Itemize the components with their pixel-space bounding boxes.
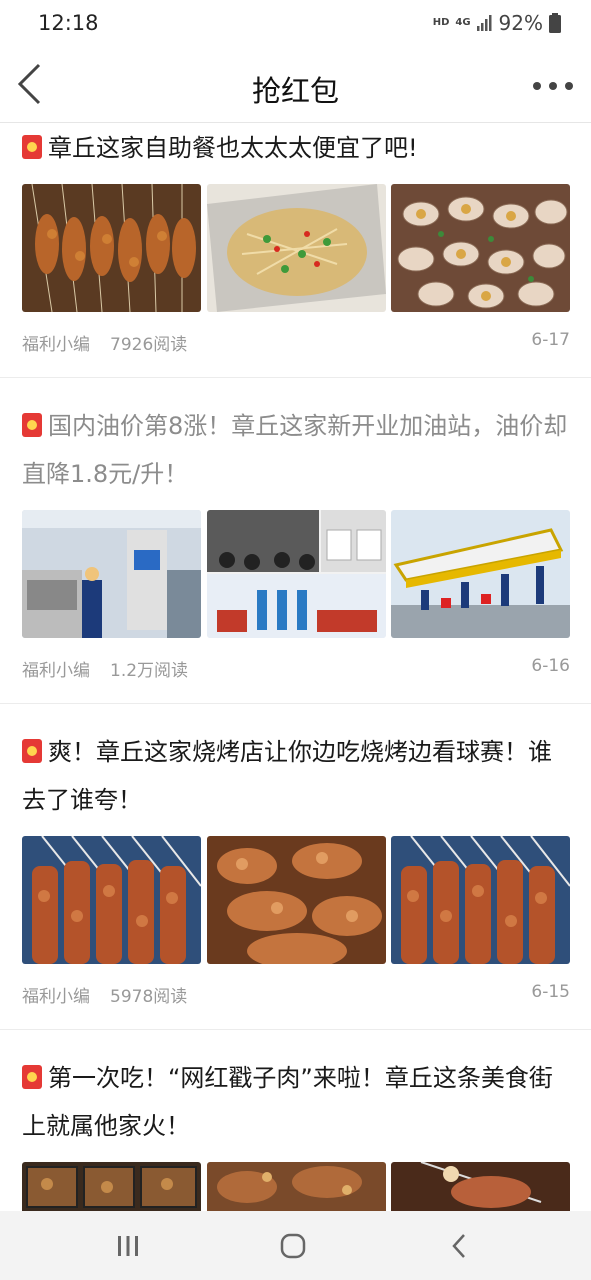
battery-icon (549, 13, 561, 33)
page-title: 抢红包 (251, 74, 339, 108)
article-item[interactable]: 爽！章丘这家烧烤店让你边吃烧烤边看球赛！谁去了谁夸！ 福利小编 5978阅读 6… (0, 728, 591, 1030)
article-date: 6-15 (531, 982, 570, 1002)
system-back-button[interactable] (434, 1227, 484, 1265)
red-packet-icon (22, 413, 42, 437)
thumbnail-bbq-closeup (206, 836, 386, 964)
article-thumbnails (22, 510, 570, 638)
article-reads: 1.2万阅读 (110, 661, 189, 681)
red-packet-icon (22, 135, 42, 159)
thumbnail-braised-pork (206, 1162, 386, 1211)
red-packet-icon (22, 739, 42, 763)
more-icon-dot (565, 82, 573, 90)
recent-apps-button[interactable] (103, 1227, 153, 1265)
network-indicator: 4G (455, 17, 471, 28)
article-author: 福利小编 (22, 661, 90, 681)
article-date: 6-16 (531, 656, 570, 676)
nav-back-icon (452, 1234, 465, 1258)
thumbnail-skewers (22, 184, 201, 312)
home-icon (280, 1233, 306, 1259)
more-icon (533, 82, 541, 90)
article-title: 国内油价第8涨！章丘这家新开业加油站，油价却直降1.8元/升！ (22, 412, 568, 488)
thumbnail-food-trays (22, 1162, 201, 1211)
signal-icon (476, 15, 492, 31)
status-indicators: HD 4G 92% (433, 11, 561, 35)
system-nav-bar (0, 1211, 591, 1280)
thumbnail-foil-dish (206, 184, 386, 312)
article-title: 爽！章丘这家烧烤店让你边吃烧烤边看球赛！谁去了谁夸！ (22, 738, 552, 814)
article-reads: 7926阅读 (110, 335, 188, 355)
article-thumbnails (22, 184, 570, 312)
article-date: 6-17 (531, 330, 570, 350)
thumbnail-clams (391, 184, 570, 312)
article-author: 福利小编 (22, 335, 90, 355)
article-author: 福利小编 (22, 987, 90, 1007)
more-button[interactable] (529, 72, 577, 100)
article-thumbnails (22, 1162, 570, 1211)
thumbnail-gas-station (391, 510, 570, 638)
thumbnail-pork-skewer (391, 1162, 570, 1211)
article-title: 章丘这家自助餐也太太太便宜了吧! (22, 124, 570, 172)
article-thumbnails (22, 836, 570, 964)
article-reads: 5978阅读 (110, 987, 188, 1007)
red-packet-icon (22, 1065, 42, 1089)
article-item[interactable]: 国内油价第8涨！章丘这家新开业加油站，油价却直降1.8元/升！ 福利小编 1.2… (0, 402, 591, 704)
more-icon-dot (549, 82, 557, 90)
article-item[interactable]: 第一次吃！“网红戳子肉”来啦！章丘这条美食街上就属他家火！ (0, 1054, 591, 1211)
recent-apps-icon (118, 1236, 138, 1256)
hd-indicator: HD (432, 17, 450, 28)
article-meta: 福利小编 1.2万阅读 6-16 (22, 656, 570, 681)
article-meta: 福利小编 7926阅读 6-17 (22, 330, 570, 355)
thumbnail-gas-station-worker (22, 510, 201, 638)
status-bar: 12:18 HD 4G 92% (0, 0, 591, 50)
status-time: 12:18 (38, 11, 99, 35)
thumbnail-bbq-skewers-2 (391, 836, 570, 964)
nav-bar: 抢红包 (0, 50, 591, 123)
article-meta: 福利小编 5978阅读 6-15 (22, 982, 570, 1007)
home-button[interactable] (268, 1227, 318, 1265)
article-item[interactable]: 章丘这家自助餐也太太太便宜了吧! 福利小编 7926阅读 6-17 (0, 124, 591, 378)
battery-percent: 92% (498, 11, 543, 35)
article-title: 第一次吃！“网红戳子肉”来啦！章丘这条美食街上就属他家火！ (22, 1064, 553, 1140)
thumbnail-prizes-collage (206, 510, 386, 638)
thumbnail-bbq-skewers (22, 836, 201, 964)
